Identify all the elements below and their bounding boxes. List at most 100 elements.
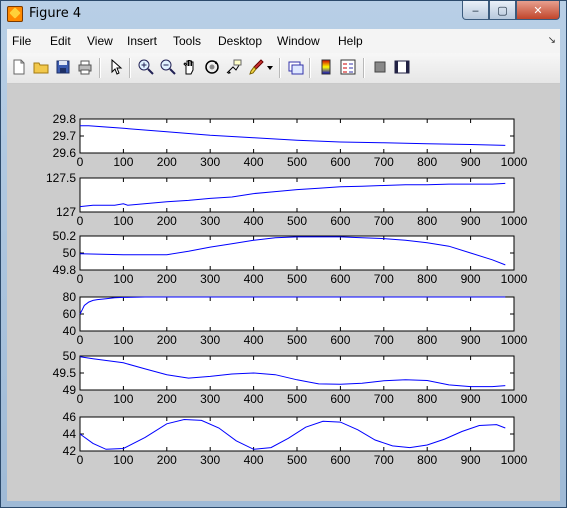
y-tick-label: 50: [63, 349, 77, 363]
menu-insert[interactable]: Insert: [127, 34, 157, 48]
brush-icon[interactable]: [247, 58, 265, 76]
show-plot-tools-icon[interactable]: [393, 58, 411, 76]
x-tick-label: 100: [113, 155, 133, 169]
y-tick-label: 127: [56, 205, 76, 219]
undock-arrow-icon[interactable]: ↘: [548, 35, 556, 46]
data-cursor-icon[interactable]: [225, 58, 243, 76]
close-button[interactable]: ✕: [516, 1, 560, 20]
menu-file[interactable]: File: [12, 34, 31, 48]
x-tick-label: 900: [461, 453, 481, 467]
subplot-6: 0 100 200 300 400 500 600 700 800 900 1000 42 44 46: [63, 410, 528, 467]
y-tick-label: 49.8: [53, 263, 77, 277]
x-tick-label: 900: [461, 272, 481, 286]
y-tick-label: 40: [63, 324, 77, 338]
x-tick-label: 300: [200, 272, 220, 286]
link-plot-icon[interactable]: [287, 58, 305, 76]
subplot-2: 0 100 200 300 400 500 600 700 800 900 1000 127 127.5: [46, 171, 528, 228]
x-tick-label: 600: [330, 272, 350, 286]
axes-box: [79, 118, 515, 154]
x-tick-label: 1000: [501, 453, 528, 467]
x-tick-label: 200: [157, 272, 177, 286]
hide-plot-tools-icon[interactable]: [371, 58, 389, 76]
x-tick-label: 300: [200, 453, 220, 467]
x-tick-label: 800: [417, 272, 437, 286]
maximize-button[interactable]: ▢: [489, 1, 516, 20]
y-tick-label: 49: [63, 383, 77, 397]
y-tick-label: 80: [63, 290, 77, 304]
x-tick-label: 600: [330, 392, 350, 406]
x-tick-label: 300: [200, 392, 220, 406]
x-tick-label: 100: [113, 453, 133, 467]
open-file-icon[interactable]: [32, 58, 50, 76]
axes-box: [79, 416, 515, 452]
y-tick-label: 29.7: [53, 129, 77, 143]
title-bar[interactable]: Figure 4 ‒ ▢ ✕: [1, 1, 566, 29]
brush-dropdown-icon[interactable]: [265, 58, 275, 76]
x-tick-label: 700: [374, 392, 394, 406]
menu-bar: File Edit View Insert Tools Desktop Wind…: [7, 29, 560, 53]
menu-view[interactable]: View: [87, 34, 113, 48]
matlab-logo-icon: [7, 6, 23, 22]
edit-plot-icon[interactable]: [107, 58, 125, 76]
x-tick-label: 600: [330, 333, 350, 347]
x-tick-label: 0: [77, 272, 84, 286]
figure-client-area: File Edit View Insert Tools Desktop Wind…: [7, 29, 560, 501]
y-tick-label: 46: [63, 410, 77, 424]
x-tick-label: 900: [461, 214, 481, 228]
figure-canvas[interactable]: 0 100 200 300 400 500 600 700 800 900 1000 29.6 29.7…: [7, 84, 560, 501]
minimize-button[interactable]: ‒: [462, 1, 489, 20]
x-tick-label: 700: [374, 155, 394, 169]
x-tick-label: 500: [287, 272, 307, 286]
new-figure-icon[interactable]: [10, 58, 28, 76]
menu-window[interactable]: Window: [277, 34, 320, 48]
x-tick-label: 400: [244, 453, 264, 467]
x-tick-label: 100: [113, 333, 133, 347]
x-tick-label: 700: [374, 333, 394, 347]
zoom-out-icon[interactable]: [159, 58, 177, 76]
x-tick-label: 200: [157, 333, 177, 347]
x-tick-label: 300: [200, 333, 220, 347]
pan-icon[interactable]: [181, 58, 199, 76]
x-tick-label: 500: [287, 155, 307, 169]
x-tick-label: 800: [417, 333, 437, 347]
x-tick-label: 600: [330, 214, 350, 228]
menu-tools[interactable]: Tools: [173, 34, 201, 48]
axes-box: [79, 177, 515, 213]
x-tick-label: 1000: [501, 155, 528, 169]
menu-edit[interactable]: Edit: [50, 34, 71, 48]
x-tick-label: 100: [113, 214, 133, 228]
x-tick-label: 400: [244, 272, 264, 286]
save-icon[interactable]: [54, 58, 72, 76]
x-tick-label: 0: [77, 333, 84, 347]
x-tick-label: 600: [330, 453, 350, 467]
subplot-1: 0 100 200 300 400 500 600 700 800 900 1000 29.6 29.7…: [53, 112, 528, 169]
x-tick-label: 900: [461, 155, 481, 169]
y-tick-label: 44: [63, 427, 77, 441]
x-tick-label: 0: [77, 214, 84, 228]
x-tick-label: 1000: [501, 392, 528, 406]
x-tick-label: 0: [77, 453, 84, 467]
x-tick-label: 800: [417, 453, 437, 467]
y-tick-label: 29.6: [53, 146, 77, 160]
x-tick-label: 0: [77, 392, 84, 406]
rotate-3d-icon[interactable]: [203, 58, 221, 76]
x-tick-label: 800: [417, 392, 437, 406]
menu-help[interactable]: Help: [338, 34, 363, 48]
zoom-in-icon[interactable]: [137, 58, 155, 76]
x-tick-label: 600: [330, 155, 350, 169]
menu-desktop[interactable]: Desktop: [218, 34, 262, 48]
toolbar-separator: [99, 58, 100, 78]
x-tick-label: 400: [244, 392, 264, 406]
insert-colorbar-icon[interactable]: [317, 58, 335, 76]
subplots[interactable]: 0 100 200 300 400 500 600 700 800 900 100029.629.7…: [7, 84, 560, 501]
axes-box: [79, 235, 515, 271]
x-tick-label: 1000: [501, 272, 528, 286]
y-tick-label: 127.5: [46, 171, 76, 185]
insert-legend-icon[interactable]: [339, 58, 357, 76]
x-tick-label: 800: [417, 214, 437, 228]
x-tick-label: 500: [287, 214, 307, 228]
y-tick-label: 50: [63, 246, 77, 260]
x-tick-label: 500: [287, 333, 307, 347]
print-icon[interactable]: [76, 58, 94, 76]
x-tick-label: 500: [287, 453, 307, 467]
